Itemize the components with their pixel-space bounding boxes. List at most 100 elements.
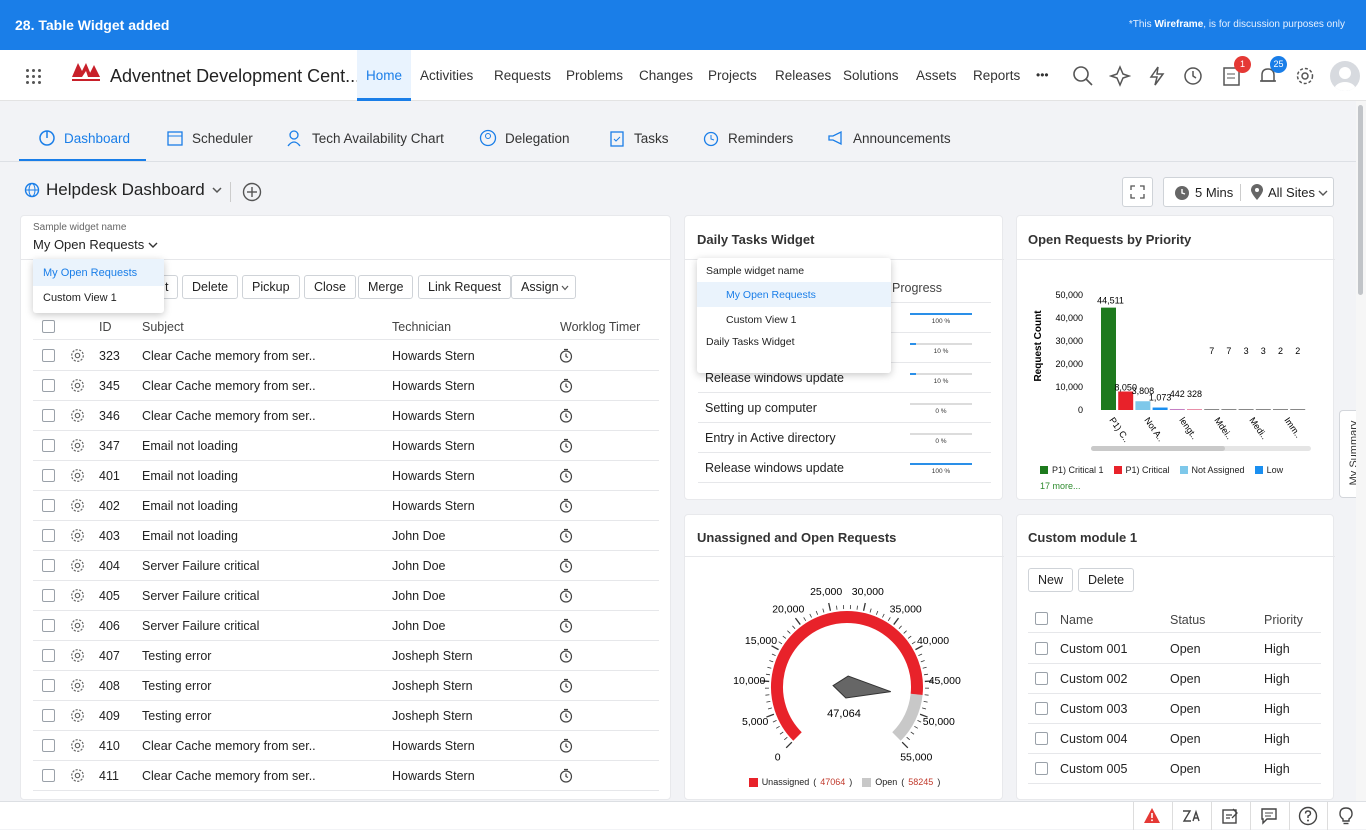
request-subject[interactable]: Email not loading (142, 469, 238, 483)
request-id[interactable]: 406 (99, 619, 120, 633)
lightbulb-icon[interactable] (1337, 806, 1355, 826)
table-row[interactable]: 407Testing errorJosheph Stern (33, 641, 659, 671)
task-name[interactable]: Release windows update (705, 461, 844, 475)
warning-icon[interactable] (1143, 807, 1161, 825)
row-checkbox[interactable] (1035, 642, 1048, 655)
dropdown-item-custom-view-1[interactable]: Custom View 1 (43, 292, 117, 304)
row-settings-gear-icon[interactable] (70, 498, 85, 513)
user-avatar[interactable] (1330, 61, 1360, 91)
column-technician[interactable]: Technician (392, 320, 451, 334)
legend-item-open[interactable]: Open (58245) (862, 777, 940, 787)
add-dashboard-icon[interactable] (242, 182, 262, 202)
dropdown-item-my-open-requests[interactable]: My Open Requests (43, 267, 137, 279)
request-subject[interactable]: Clear Cache memory from ser.. (142, 739, 316, 753)
row-settings-gear-icon[interactable] (70, 468, 85, 483)
nav-requests[interactable]: Requests (494, 50, 551, 101)
timer-icon[interactable] (559, 648, 573, 663)
task-row[interactable]: Entry in Active directory0 % (698, 423, 991, 453)
request-id[interactable]: 409 (99, 709, 120, 723)
legend-item[interactable]: P1) Critical (1114, 465, 1170, 475)
row-checkbox[interactable] (42, 499, 55, 512)
row-checkbox[interactable] (42, 529, 55, 542)
table-row[interactable]: Custom 004OpenHigh (1028, 724, 1321, 754)
row-settings-gear-icon[interactable] (70, 528, 85, 543)
site-selector[interactable]: All Sites (1268, 185, 1315, 200)
app-grid-icon[interactable] (26, 69, 42, 85)
request-subject[interactable]: Testing error (142, 709, 211, 723)
request-id[interactable]: 407 (99, 649, 120, 663)
request-subject[interactable]: Clear Cache memory from ser.. (142, 769, 316, 783)
nav-reports[interactable]: Reports (973, 50, 1020, 101)
row-settings-gear-icon[interactable] (70, 348, 85, 363)
nav-changes[interactable]: Changes (639, 50, 693, 101)
table-row[interactable]: 323Clear Cache memory from ser..Howards … (33, 341, 659, 371)
timer-icon[interactable] (559, 378, 573, 393)
table-row[interactable]: 411Clear Cache memory from ser..Howards … (33, 761, 659, 791)
request-subject[interactable]: Server Failure critical (142, 559, 259, 573)
row-checkbox[interactable] (42, 559, 55, 572)
row-checkbox[interactable] (1035, 762, 1048, 775)
timer-icon[interactable] (559, 588, 573, 603)
tab-tech-availability[interactable]: Tech Availability Chart (286, 129, 444, 147)
view-selector[interactable]: My Open Requests (33, 237, 158, 252)
column-worklog-timer[interactable]: Worklog Timer (560, 320, 640, 334)
dropdown-item-custom-view-1[interactable]: Custom View 1 (726, 314, 796, 326)
row-checkbox[interactable] (1035, 702, 1048, 715)
assign-button[interactable]: Assign (511, 275, 576, 299)
request-subject[interactable]: Email not loading (142, 529, 238, 543)
dropdown-item-daily-tasks[interactable]: Daily Tasks Widget (706, 336, 795, 348)
row-settings-gear-icon[interactable] (70, 408, 85, 423)
request-subject[interactable]: Clear Cache memory from ser.. (142, 379, 316, 393)
table-row[interactable]: 404Server Failure criticalJohn Doe (33, 551, 659, 581)
row-checkbox[interactable] (42, 679, 55, 692)
row-checkbox[interactable] (42, 379, 55, 392)
timer-icon[interactable] (559, 708, 573, 723)
table-row[interactable]: 401Email not loadingHowards Stern (33, 461, 659, 491)
timer-icon[interactable] (559, 678, 573, 693)
nav-home[interactable]: Home (357, 50, 411, 101)
timer-icon[interactable] (559, 468, 573, 483)
request-id[interactable]: 323 (99, 349, 120, 363)
row-settings-gear-icon[interactable] (70, 438, 85, 453)
table-row[interactable]: 347Email not loadingHowards Stern (33, 431, 659, 461)
table-row[interactable]: Custom 001OpenHigh (1028, 634, 1321, 664)
request-id[interactable]: 404 (99, 559, 120, 573)
row-settings-gear-icon[interactable] (70, 738, 85, 753)
tab-reminders[interactable]: Reminders (702, 129, 793, 147)
settings-gear-icon[interactable] (1294, 65, 1316, 87)
column-subject[interactable]: Subject (142, 320, 184, 334)
legend-item[interactable]: Not Assigned (1180, 465, 1245, 475)
request-id[interactable]: 403 (99, 529, 120, 543)
table-row[interactable]: 402Email not loadingHowards Stern (33, 491, 659, 521)
nav-activities[interactable]: Activities (420, 50, 473, 101)
row-settings-gear-icon[interactable] (70, 768, 85, 783)
task-row[interactable]: Release windows update100 % (698, 453, 991, 483)
request-id[interactable]: 410 (99, 739, 120, 753)
request-subject[interactable]: Server Failure critical (142, 619, 259, 633)
pickup-button[interactable]: Pickup (242, 275, 300, 299)
tab-dashboard[interactable]: Dashboard (38, 129, 130, 147)
request-subject[interactable]: Email not loading (142, 499, 238, 513)
delete-button[interactable]: Delete (182, 275, 238, 299)
timer-icon[interactable] (559, 498, 573, 513)
chat-icon[interactable] (1260, 807, 1278, 825)
row-checkbox[interactable] (42, 469, 55, 482)
help-icon[interactable] (1298, 806, 1318, 826)
timer-icon[interactable] (559, 438, 573, 453)
row-settings-gear-icon[interactable] (70, 648, 85, 663)
table-row[interactable]: 405Server Failure criticalJohn Doe (33, 581, 659, 611)
page-scrollbar[interactable] (1356, 101, 1366, 801)
custom-name[interactable]: Custom 002 (1060, 672, 1127, 686)
new-button[interactable]: New (1028, 568, 1073, 592)
search-icon[interactable] (1072, 65, 1094, 87)
custom-name[interactable]: Custom 001 (1060, 642, 1127, 656)
timer-icon[interactable] (559, 558, 573, 573)
row-checkbox[interactable] (42, 439, 55, 452)
lightning-icon[interactable] (1146, 65, 1168, 87)
row-checkbox[interactable] (42, 589, 55, 602)
row-checkbox[interactable] (42, 409, 55, 422)
row-settings-gear-icon[interactable] (70, 678, 85, 693)
custom-name[interactable]: Custom 003 (1060, 702, 1127, 716)
nav-more-icon[interactable]: ••• (1036, 50, 1049, 101)
quick-actions-icon[interactable] (1109, 65, 1131, 87)
